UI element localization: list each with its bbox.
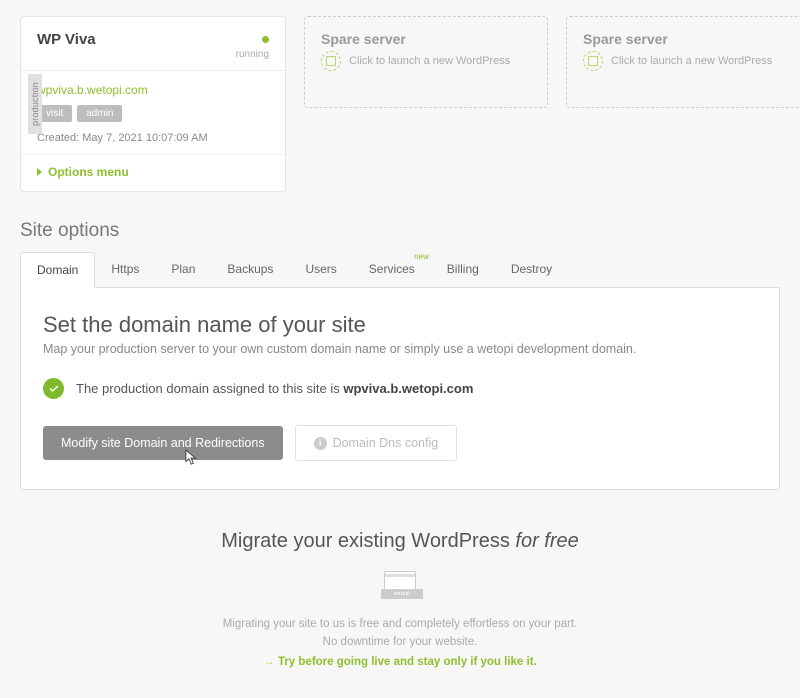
check-icon <box>43 378 64 399</box>
migrate-heading: Migrate your existing WordPress for free <box>20 530 780 553</box>
status-text: running <box>236 49 269 60</box>
site-card: production WP Viva running wpviva.b.weto… <box>20 16 286 192</box>
info-icon: i <box>314 437 327 450</box>
migrate-cta: → Try before going live and stay only if… <box>20 656 780 668</box>
spare-server-2[interactable]: Spare server Click to launch a new WordP… <box>566 16 800 108</box>
modify-domain-button[interactable]: Modify site Domain and Redirections <box>43 426 283 460</box>
migrate-cta-link[interactable]: Try before going live and stay only if y… <box>278 656 537 668</box>
spare-text: Click to launch a new WordPress <box>611 55 772 67</box>
check-prefix: The production domain assigned to this s… <box>76 381 343 396</box>
spare-title: Spare server <box>321 31 531 47</box>
production-badge: production <box>28 74 42 134</box>
migrate-section: Migrate your existing WordPress for free… <box>0 490 800 698</box>
options-menu-label: Options menu <box>48 165 129 179</box>
tab-https[interactable]: Https <box>95 252 155 287</box>
tab-billing[interactable]: Billing <box>431 252 495 287</box>
section-title: Site options <box>0 192 800 252</box>
status-dot-icon <box>262 36 269 43</box>
tab-plan[interactable]: Plan <box>155 252 211 287</box>
computer-icon <box>381 571 419 601</box>
spare-text: Click to launch a new WordPress <box>349 55 510 67</box>
tabs: Domain Https Plan Backups Users Services… <box>20 252 780 288</box>
domain-panel: Set the domain name of your site Map you… <box>20 288 780 490</box>
check-domain: wpviva.b.wetopi.com <box>343 381 473 396</box>
launch-icon <box>321 51 341 71</box>
launch-icon <box>583 51 603 71</box>
panel-heading: Set the domain name of your site <box>43 312 757 338</box>
options-menu-button[interactable]: Options menu <box>37 165 269 179</box>
migrate-line2: No downtime for your website. <box>20 633 780 651</box>
dns-config-label: Domain Dns config <box>333 436 439 450</box>
status-indicator: running <box>236 31 269 60</box>
created-label: Created: May 7, 2021 10:07:09 AM <box>37 132 269 144</box>
spare-server-1[interactable]: Spare server Click to launch a new WordP… <box>304 16 548 108</box>
tab-services-label: Services <box>369 262 415 276</box>
migrate-heading-a: Migrate your existing WordPress <box>221 530 515 552</box>
tab-destroy[interactable]: Destroy <box>495 252 568 287</box>
arrow-right-icon: → <box>263 656 278 668</box>
tab-backups[interactable]: Backups <box>211 252 289 287</box>
visit-button[interactable]: visit <box>37 105 72 122</box>
new-badge: new <box>414 252 429 261</box>
panel-subtitle: Map your production server to your own c… <box>43 342 757 356</box>
site-domain-link[interactable]: wpviva.b.wetopi.com <box>37 83 269 97</box>
admin-button[interactable]: admin <box>77 105 122 122</box>
migrate-heading-b: for free <box>515 530 578 552</box>
tab-services[interactable]: Services new <box>353 252 431 287</box>
migrate-line1: Migrating your site to us is free and co… <box>20 615 780 633</box>
chevron-right-icon <box>37 168 42 176</box>
spare-title: Spare server <box>583 31 793 47</box>
tab-domain[interactable]: Domain <box>20 252 95 288</box>
tab-users[interactable]: Users <box>289 252 352 287</box>
site-title: WP Viva <box>37 31 96 48</box>
assigned-domain-text: The production domain assigned to this s… <box>76 381 473 396</box>
dns-config-button[interactable]: i Domain Dns config <box>295 425 458 461</box>
